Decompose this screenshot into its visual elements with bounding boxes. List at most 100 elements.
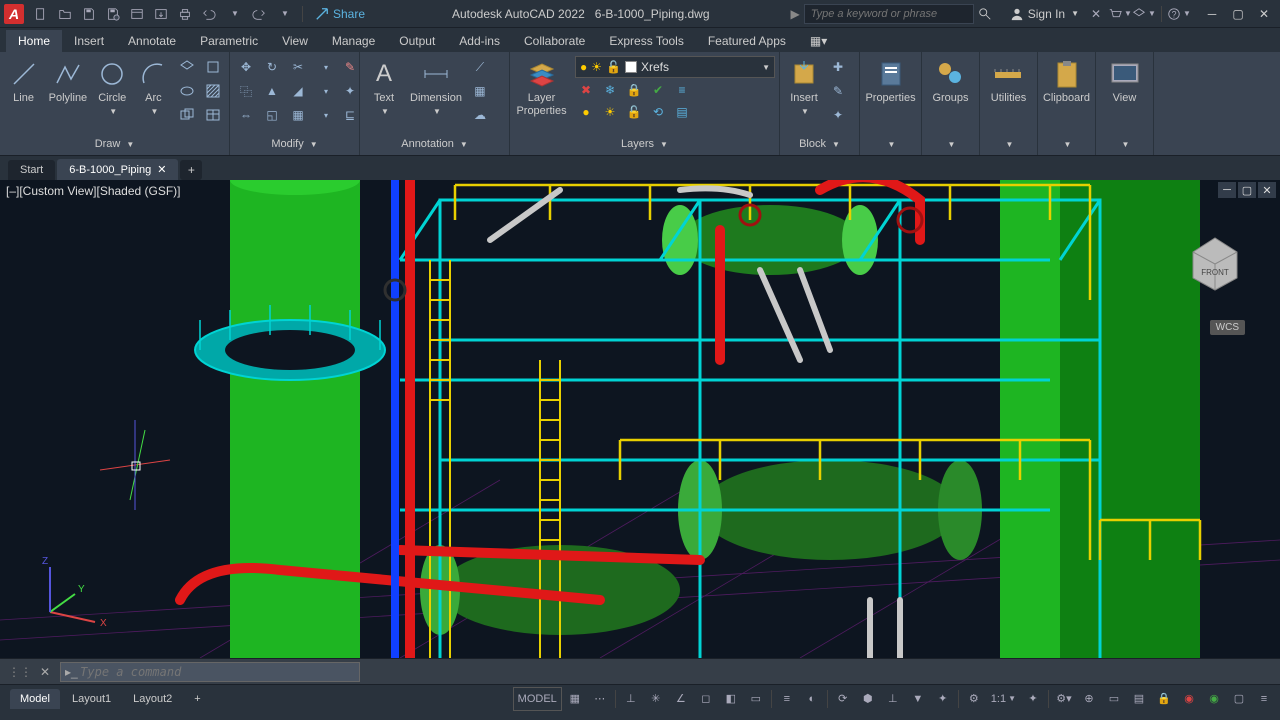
clipboard-button[interactable]: Clipboard xyxy=(1042,56,1091,126)
groups-button[interactable]: Groups xyxy=(928,56,972,126)
tab-output[interactable]: Output xyxy=(387,30,447,52)
annotation-panel-label[interactable]: Annotation▼ xyxy=(364,135,505,153)
layout-add-button[interactable]: + xyxy=(184,689,210,709)
tab-addins[interactable]: Add-ins xyxy=(447,30,512,52)
cleanscreen-icon[interactable]: ▢ xyxy=(1227,687,1251,711)
offset-icon[interactable]: ⊑ xyxy=(338,104,362,126)
vp-maximize-icon[interactable]: ▢ xyxy=(1238,182,1256,198)
minimize-button[interactable]: ─ xyxy=(1200,4,1224,24)
fillet-icon[interactable]: ◢ xyxy=(286,80,310,102)
stretch-icon[interactable]: ⇔ xyxy=(234,104,258,126)
cmd-grip-icon[interactable]: ⋮⋮ xyxy=(4,665,36,679)
layout-model[interactable]: Model xyxy=(10,689,60,709)
wcs-badge[interactable]: WCS xyxy=(1210,320,1245,335)
command-input[interactable] xyxy=(80,665,355,679)
cycling-icon[interactable]: ⟳ xyxy=(831,687,855,711)
annomonitor-icon[interactable]: ⊕ xyxy=(1077,687,1101,711)
filter-icon[interactable]: ▼ xyxy=(906,687,930,711)
layer-make-icon[interactable]: ✔ xyxy=(647,80,669,100)
insert-button[interactable]: Insert▼ xyxy=(784,56,824,126)
scale-icon[interactable]: ◱ xyxy=(260,104,284,126)
explode-icon[interactable]: ✦ xyxy=(338,80,362,102)
hatch-icon[interactable] xyxy=(201,80,225,102)
help-icon[interactable]: ?▼ xyxy=(1168,3,1190,25)
close-tab-icon[interactable]: ✕ xyxy=(157,163,166,176)
transparency-icon[interactable]: ◐ xyxy=(800,687,824,711)
block-panel-label[interactable]: Block▼ xyxy=(784,135,855,153)
ortho-icon[interactable]: ⊥ xyxy=(619,687,643,711)
app-icon[interactable]: ▼ xyxy=(1133,3,1155,25)
3dosnap-icon[interactable]: ◧ xyxy=(719,687,743,711)
tab-manage[interactable]: Manage xyxy=(320,30,387,52)
layer-thaw-icon[interactable]: ☀ xyxy=(599,102,621,122)
saveas-icon[interactable] xyxy=(102,3,124,25)
isodraft-icon[interactable]: ∠ xyxy=(669,687,693,711)
layer-properties-button[interactable]: Layer Properties xyxy=(514,56,569,126)
polar-icon[interactable]: ✳ xyxy=(644,687,668,711)
text-button[interactable]: AText▼ xyxy=(364,56,404,126)
cart-icon[interactable]: ▼ xyxy=(1109,3,1131,25)
properties-expand[interactable]: ▼ xyxy=(864,135,917,153)
vp-minimize-icon[interactable]: ─ xyxy=(1218,182,1236,198)
osnap-icon[interactable]: ◻ xyxy=(694,687,718,711)
tab-parametric[interactable]: Parametric xyxy=(188,30,270,52)
undo-icon[interactable] xyxy=(198,3,220,25)
utilities-expand[interactable]: ▼ xyxy=(984,135,1033,153)
add-tab-button[interactable]: + xyxy=(180,160,202,180)
save-web-icon[interactable] xyxy=(150,3,172,25)
cloud-icon[interactable]: ☁ xyxy=(468,104,492,126)
copy-icon[interactable]: ⿻ xyxy=(234,80,258,102)
erase-icon[interactable]: ✎ xyxy=(338,56,362,78)
line-button[interactable]: Line xyxy=(4,56,43,126)
tab-current-file[interactable]: 6-B-1000_Piping✕ xyxy=(57,159,178,180)
tab-extra-icon[interactable]: ▦▾ xyxy=(798,30,839,52)
array-icon[interactable]: ▦ xyxy=(286,104,310,126)
move-icon[interactable]: ✥ xyxy=(234,56,258,78)
layout-2[interactable]: Layout2 xyxy=(123,689,182,709)
viewport[interactable]: [–][Custom View][Shaded (GSF)] ─ ▢ ✕ FRO… xyxy=(0,180,1280,658)
dimension-button[interactable]: Dimension▼ xyxy=(406,56,466,126)
scale-button[interactable]: 1:1▼ xyxy=(987,687,1020,711)
table-icon[interactable] xyxy=(201,104,225,126)
redo-dropdown-icon[interactable]: ▼ xyxy=(274,3,296,25)
groups-expand[interactable]: ▼ xyxy=(926,135,975,153)
app-logo-icon[interactable]: A xyxy=(4,4,24,24)
3dobject-icon[interactable]: ⬢ xyxy=(856,687,880,711)
block-edit-icon[interactable]: ✎ xyxy=(826,80,850,102)
trim-icon[interactable]: ✂ xyxy=(286,56,310,78)
rotate-icon[interactable]: ↻ xyxy=(260,56,284,78)
view-expand[interactable]: ▼ xyxy=(1100,135,1149,153)
signin-button[interactable]: Sign In ▼ xyxy=(1004,7,1085,21)
spline-icon[interactable] xyxy=(201,56,225,78)
tab-start[interactable]: Start xyxy=(8,160,55,180)
otrack-icon[interactable]: ▭ xyxy=(744,687,768,711)
cmd-close-icon[interactable]: ✕ xyxy=(36,665,54,679)
vp-close-icon[interactable]: ✕ xyxy=(1258,182,1276,198)
search-input[interactable] xyxy=(804,4,974,24)
grid-icon[interactable]: ▦ xyxy=(563,687,587,711)
block-create-icon[interactable]: ✚ xyxy=(826,56,850,78)
viewport-label[interactable]: [–][Custom View][Shaded (GSF)] xyxy=(6,184,181,198)
layer-iso-icon[interactable]: ❄ xyxy=(599,80,621,100)
view-button[interactable]: View xyxy=(1105,56,1145,126)
units-icon[interactable]: ▭ xyxy=(1102,687,1126,711)
exchange-icon[interactable]: ✕ xyxy=(1085,3,1107,25)
undo-dropdown-icon[interactable]: ▼ xyxy=(224,3,246,25)
properties-button[interactable]: Properties xyxy=(864,56,917,126)
workspace-icon[interactable]: ⚙▾ xyxy=(1052,687,1076,711)
tab-collaborate[interactable]: Collaborate xyxy=(512,30,597,52)
tab-view[interactable]: View xyxy=(270,30,320,52)
tab-insert[interactable]: Insert xyxy=(62,30,116,52)
customize-icon[interactable]: ≡ xyxy=(1252,687,1276,711)
ellipse-icon[interactable] xyxy=(175,80,199,102)
new-icon[interactable] xyxy=(30,3,52,25)
dynucs-icon[interactable]: ⊥ xyxy=(881,687,905,711)
layer-prev-icon[interactable]: ⟲ xyxy=(647,102,669,122)
quickprops-icon[interactable]: ▤ xyxy=(1127,687,1151,711)
plot-icon[interactable] xyxy=(174,3,196,25)
layer-on-icon[interactable]: ● xyxy=(575,102,597,122)
tab-featured[interactable]: Featured Apps xyxy=(696,30,798,52)
open-web-icon[interactable] xyxy=(126,3,148,25)
close-button[interactable]: ✕ xyxy=(1252,4,1276,24)
layer-walk-icon[interactable]: ▤ xyxy=(671,102,693,122)
